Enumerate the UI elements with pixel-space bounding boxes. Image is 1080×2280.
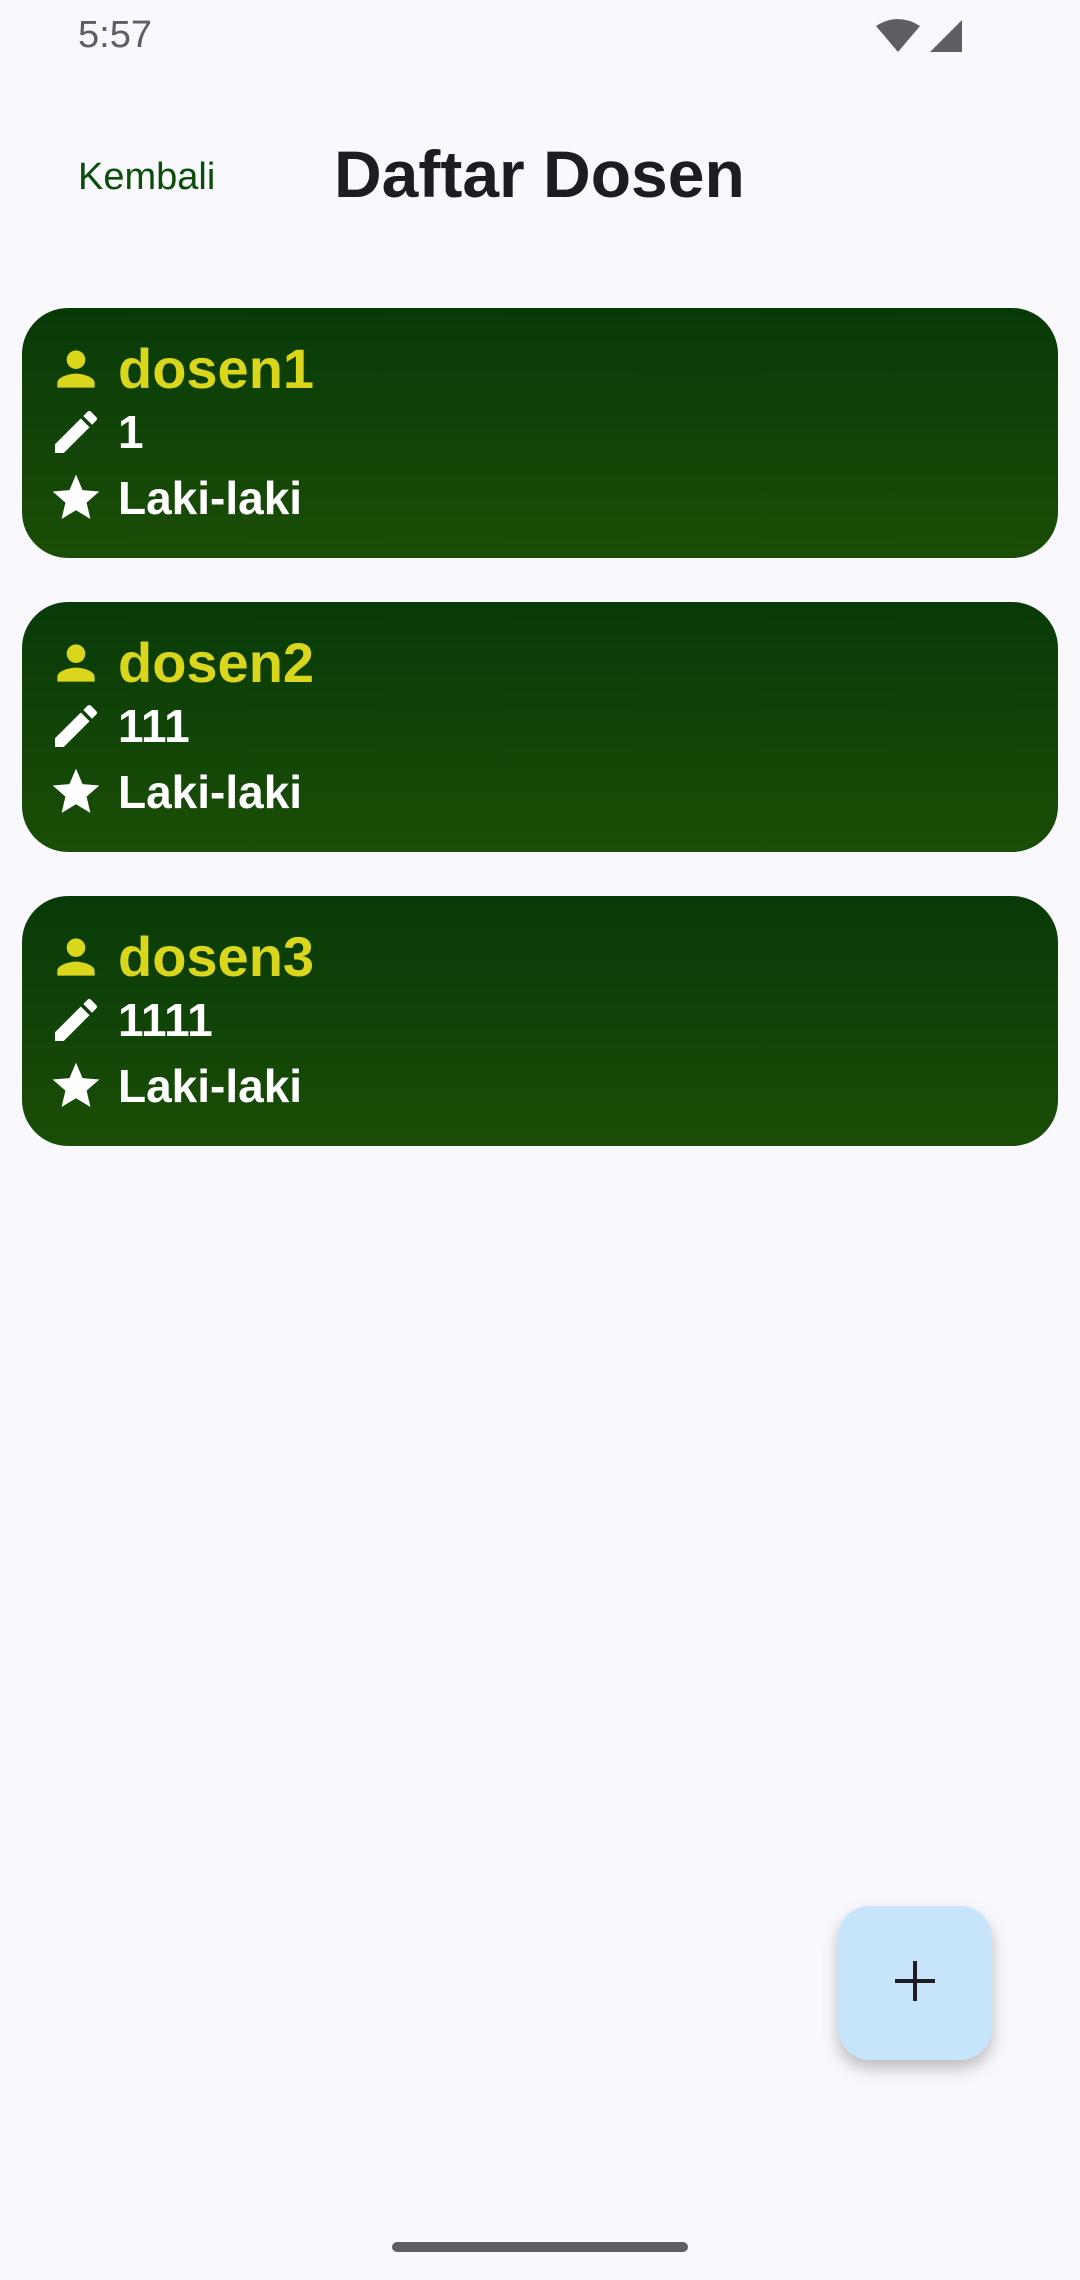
back-button[interactable]: Kembali — [66, 142, 227, 213]
dosen-nip: 1111 — [118, 994, 213, 1046]
status-time: 5:57 — [78, 14, 152, 56]
wifi-icon — [874, 18, 922, 59]
dosen-gender-row: Laki-laki — [48, 1058, 302, 1114]
status-icons — [874, 18, 964, 59]
plus-icon — [891, 1957, 939, 2010]
pencil-icon — [48, 992, 104, 1048]
dosen-gender-row: Laki-laki — [48, 764, 302, 820]
dosen-list: dosen1 1 Laki-laki dosen2 111 Laki-laki … — [22, 308, 1058, 1190]
dosen-name-row: dosen2 — [48, 630, 314, 695]
page-title: Daftar Dosen — [334, 137, 745, 211]
add-dosen-button[interactable] — [838, 1906, 992, 2060]
dosen-gender: Laki-laki — [118, 1060, 303, 1112]
star-icon — [48, 470, 104, 526]
star-icon — [48, 1058, 104, 1114]
dosen-name: dosen1 — [118, 337, 315, 400]
dosen-gender-row: Laki-laki — [48, 470, 302, 526]
dosen-card[interactable]: dosen2 111 Laki-laki — [22, 602, 1058, 852]
dosen-nip: 1 — [118, 406, 144, 458]
dosen-name: dosen3 — [118, 925, 315, 988]
person-icon — [48, 341, 104, 397]
dosen-name-row: dosen3 — [48, 924, 314, 989]
dosen-name-row: dosen1 — [48, 336, 314, 401]
dosen-nip-row: 111 — [48, 698, 190, 754]
pencil-icon — [48, 698, 104, 754]
dosen-name: dosen2 — [118, 631, 315, 694]
person-icon — [48, 635, 104, 691]
home-indicator[interactable] — [392, 2242, 688, 2252]
person-icon — [48, 929, 104, 985]
pencil-icon — [48, 404, 104, 460]
dosen-nip: 111 — [118, 700, 190, 752]
dosen-card[interactable]: dosen1 1 Laki-laki — [22, 308, 1058, 558]
cell-signal-icon — [928, 18, 964, 59]
app-bar: Kembali Daftar Dosen — [0, 110, 1080, 250]
dosen-nip-row: 1 — [48, 404, 144, 460]
star-icon — [48, 764, 104, 820]
dosen-gender: Laki-laki — [118, 766, 303, 818]
dosen-gender: Laki-laki — [118, 472, 303, 524]
status-bar: 5:57 — [0, 0, 1080, 72]
dosen-card[interactable]: dosen3 1111 Laki-laki — [22, 896, 1058, 1146]
dosen-nip-row: 1111 — [48, 992, 213, 1048]
